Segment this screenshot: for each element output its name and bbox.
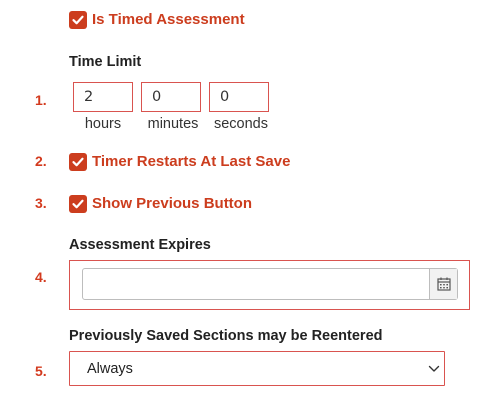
minutes-input[interactable]: 0 <box>141 82 201 112</box>
minutes-unit-label: minutes <box>147 116 199 132</box>
step-number-1: 1. <box>35 92 47 108</box>
hours-unit-label: hours <box>84 116 122 132</box>
reenter-sections-select[interactable]: Always <box>69 351 445 386</box>
timed-assessment-label[interactable]: Is Timed Assessment <box>92 11 245 28</box>
show-previous-checkbox[interactable] <box>69 195 87 213</box>
timer-restarts-label[interactable]: Timer Restarts At Last Save <box>92 153 290 170</box>
reenter-sections-heading: Previously Saved Sections may be Reenter… <box>69 328 383 344</box>
time-limit-heading: Time Limit <box>69 54 142 70</box>
step-number-4: 4. <box>35 269 47 285</box>
assessment-expires-heading: Assessment Expires <box>69 237 211 253</box>
timer-restarts-checkbox[interactable] <box>69 153 87 171</box>
seconds-value: 0 <box>220 89 230 105</box>
seconds-unit-label: seconds <box>213 116 268 132</box>
step-number-3: 3. <box>35 195 47 211</box>
check-icon <box>72 157 84 167</box>
calendar-icon <box>437 277 451 291</box>
show-previous-label[interactable]: Show Previous Button <box>92 195 252 212</box>
seconds-input[interactable]: 0 <box>209 82 269 112</box>
expires-date-input[interactable] <box>82 268 458 300</box>
check-icon <box>72 15 84 25</box>
minutes-value: 0 <box>152 89 162 105</box>
step-number-2: 2. <box>35 153 47 169</box>
calendar-button[interactable] <box>429 269 457 299</box>
chevron-down-icon <box>428 365 440 372</box>
hours-input[interactable]: 2 <box>73 82 133 112</box>
timed-assessment-checkbox[interactable] <box>69 11 87 29</box>
step-number-5: 5. <box>35 363 47 379</box>
hours-value: 2 <box>84 89 94 105</box>
check-icon <box>72 199 84 209</box>
reenter-selected-value: Always <box>87 361 133 377</box>
